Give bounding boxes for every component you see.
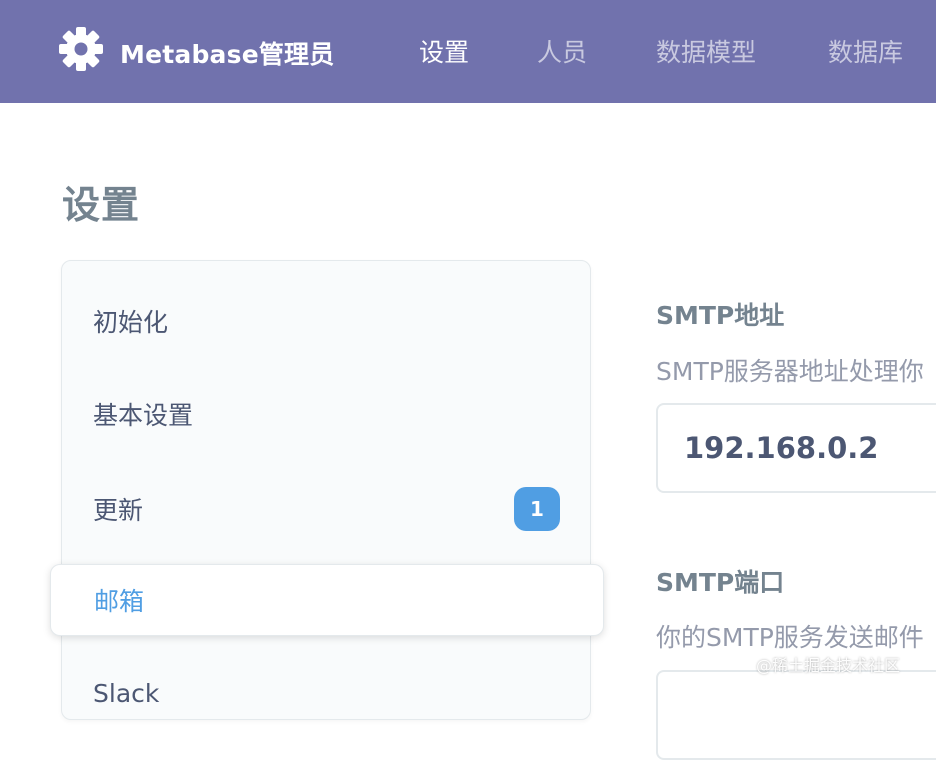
sidebar-item-label: 初始化 xyxy=(93,308,169,337)
brand-name: Metabase管理员 xyxy=(120,40,335,69)
smtp-host-description: SMTP服务器地址处理你 xyxy=(656,357,924,386)
watermark: @稀土掘金技术社区 xyxy=(756,656,901,675)
sidebar-item-label: Slack xyxy=(93,678,160,708)
admin-navbar: Metabase管理员 设置 人员 数据模型 数据库 xyxy=(0,0,936,103)
smtp-port-input[interactable] xyxy=(656,670,936,760)
nav-databases[interactable]: 数据库 xyxy=(828,33,903,69)
nav-data-model[interactable]: 数据模型 xyxy=(656,33,756,69)
smtp-host-input[interactable] xyxy=(656,403,936,493)
gear-icon xyxy=(59,27,103,71)
settings-sidebar: 初始化 基本设置 更新 1 邮箱 Slack xyxy=(50,260,604,720)
sidebar-item-slack[interactable]: Slack xyxy=(62,657,590,729)
page-title: 设置 xyxy=(62,183,141,227)
smtp-host-label: SMTP地址 xyxy=(656,301,785,330)
brand[interactable]: Metabase管理员 xyxy=(58,26,334,72)
updates-count-badge: 1 xyxy=(514,487,560,531)
sidebar-item-label: 基本设置 xyxy=(93,401,194,430)
sidebar-item-email[interactable]: 邮箱 xyxy=(50,564,604,636)
sidebar-item-label: 更新 xyxy=(93,496,144,525)
sidebar-item-setup[interactable]: 初始化 xyxy=(62,285,590,357)
nav-settings[interactable]: 设置 xyxy=(419,33,469,69)
smtp-port-label: SMTP端口 xyxy=(656,568,785,597)
sidebar-item-updates[interactable]: 更新 1 xyxy=(62,473,590,545)
smtp-port-description: 你的SMTP服务发送邮件 xyxy=(656,623,924,652)
nav-people[interactable]: 人员 xyxy=(537,33,587,69)
sidebar-item-general[interactable]: 基本设置 xyxy=(62,378,590,450)
sidebar-item-label: 邮箱 xyxy=(94,587,145,616)
